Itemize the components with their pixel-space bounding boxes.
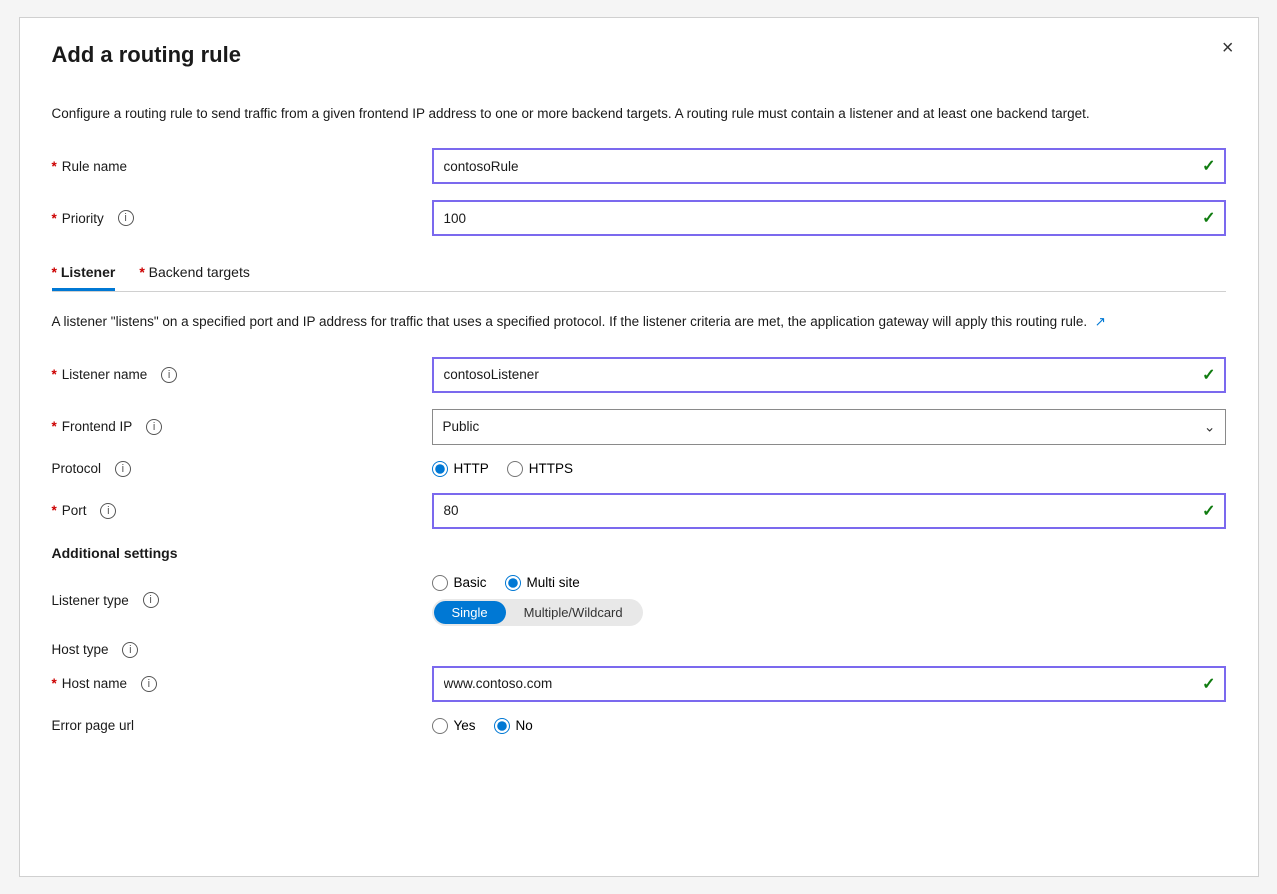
listener-name-row: * Listener name i ✓	[52, 357, 1226, 393]
protocol-info-icon[interactable]: i	[115, 461, 131, 477]
frontend-ip-select[interactable]: Public Private	[432, 409, 1226, 445]
listener-type-radio-group: Basic Multi site	[432, 575, 1226, 591]
listener-name-checkmark: ✓	[1202, 365, 1215, 385]
host-type-wildcard-button[interactable]: Multiple/Wildcard	[506, 601, 641, 624]
additional-settings-section: Additional settings Listener type i Basi…	[52, 545, 1226, 734]
frontend-ip-row: * Frontend IP i Public Private ⌄	[52, 409, 1226, 445]
host-name-input[interactable]	[432, 666, 1226, 702]
port-checkmark: ✓	[1202, 501, 1215, 521]
dialog-title: Add a routing rule	[52, 42, 241, 68]
port-label: * Port i	[52, 503, 432, 519]
listener-type-row: Listener type i Basic Multi site Sing	[52, 575, 1226, 626]
host-type-label: Host type i	[52, 642, 432, 658]
listener-type-label: Listener type i	[52, 592, 432, 608]
host-type-toggle-group: Single Multiple/Wildcard	[432, 599, 643, 626]
rule-name-input[interactable]	[432, 148, 1226, 184]
priority-row: * Priority i ✓	[52, 200, 1226, 236]
tab-description: A listener "listens" on a specified port…	[52, 312, 1152, 332]
host-name-checkmark: ✓	[1202, 674, 1215, 694]
priority-checkmark: ✓	[1202, 208, 1215, 228]
port-input-wrapper: ✓	[432, 493, 1226, 529]
frontend-ip-info-icon[interactable]: i	[146, 419, 162, 435]
host-type-info-icon[interactable]: i	[122, 642, 138, 658]
tab-listener[interactable]: * Listener	[52, 256, 116, 291]
additional-settings-title: Additional settings	[52, 545, 1226, 561]
error-page-url-label: Error page url	[52, 718, 432, 733]
add-routing-rule-dialog: Add a routing rule × Configure a routing…	[19, 17, 1259, 877]
protocol-radio-group: HTTP HTTPS	[432, 461, 1226, 477]
host-type-label-row: Host type i	[52, 642, 1226, 658]
error-page-url-row: Error page url Yes No	[52, 718, 1226, 734]
port-info-icon[interactable]: i	[100, 503, 116, 519]
external-link-icon[interactable]: ↗	[1095, 314, 1106, 329]
protocol-https-radio[interactable]	[507, 461, 523, 477]
rule-name-input-wrapper: ✓	[432, 148, 1226, 184]
priority-label: * Priority i	[52, 210, 432, 226]
protocol-http-radio[interactable]	[432, 461, 448, 477]
priority-input-wrapper: ✓	[432, 200, 1226, 236]
priority-info-icon[interactable]: i	[118, 210, 134, 226]
listener-type-basic-option[interactable]: Basic	[432, 575, 487, 591]
listener-type-info-icon[interactable]: i	[143, 592, 159, 608]
error-page-no-option[interactable]: No	[494, 718, 533, 734]
protocol-http-option[interactable]: HTTP	[432, 461, 489, 477]
protocol-label: Protocol i	[52, 461, 432, 477]
listener-name-info-icon[interactable]: i	[161, 367, 177, 383]
listener-name-label: * Listener name i	[52, 367, 432, 383]
dialog-description: Configure a routing rule to send traffic…	[52, 104, 1152, 124]
tab-backend-targets[interactable]: * Backend targets	[139, 256, 250, 291]
host-name-info-icon[interactable]: i	[141, 676, 157, 692]
protocol-https-option[interactable]: HTTPS	[507, 461, 573, 477]
host-name-input-wrapper: ✓	[432, 666, 1226, 702]
rule-name-row: * Rule name ✓	[52, 148, 1226, 184]
host-name-label: * Host name i	[52, 676, 432, 692]
listener-type-basic-radio[interactable]	[432, 575, 448, 591]
close-button[interactable]: ×	[1222, 38, 1234, 58]
frontend-ip-label: * Frontend IP i	[52, 419, 432, 435]
frontend-ip-select-wrapper: Public Private ⌄	[432, 409, 1226, 445]
priority-input[interactable]	[432, 200, 1226, 236]
listener-type-multisite-option[interactable]: Multi site	[505, 575, 580, 591]
error-page-radio-group: Yes No	[432, 718, 1226, 734]
host-type-single-button[interactable]: Single	[434, 601, 506, 624]
listener-type-multisite-radio[interactable]	[505, 575, 521, 591]
port-input[interactable]	[432, 493, 1226, 529]
listener-name-input[interactable]	[432, 357, 1226, 393]
protocol-row: Protocol i HTTP HTTPS	[52, 461, 1226, 477]
listener-type-controls: Basic Multi site Single Multiple/Wildcar…	[432, 575, 1226, 626]
rule-name-label: * Rule name	[52, 159, 432, 174]
error-page-yes-option[interactable]: Yes	[432, 718, 476, 734]
port-row: * Port i ✓	[52, 493, 1226, 529]
error-page-yes-radio[interactable]	[432, 718, 448, 734]
rule-name-checkmark: ✓	[1202, 156, 1215, 176]
listener-name-input-wrapper: ✓	[432, 357, 1226, 393]
host-name-row: * Host name i ✓	[52, 666, 1226, 702]
tabs-container: * Listener * Backend targets	[52, 256, 1226, 292]
error-page-no-radio[interactable]	[494, 718, 510, 734]
